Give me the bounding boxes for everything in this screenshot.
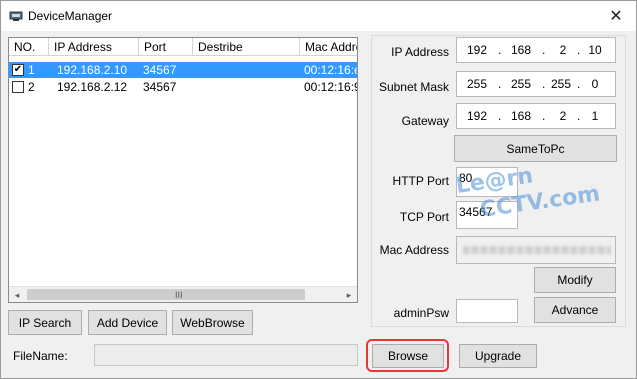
- row-mac: 00:12:16:e: [304, 63, 358, 77]
- upgrade-button[interactable]: Upgrade: [459, 344, 537, 368]
- column-header-port[interactable]: Port: [139, 38, 193, 56]
- row-port: 34567: [143, 80, 177, 94]
- column-header-mac-address[interactable]: Mac Addre: [300, 38, 357, 56]
- row-describe: [197, 62, 297, 78]
- same-to-pc-button[interactable]: SameToPc: [454, 135, 617, 162]
- mac-address-label: Mac Address: [379, 243, 449, 257]
- subnet-mask-input[interactable]: 255 . 255 . 255 . 0: [456, 71, 616, 97]
- gateway-label: Gateway: [401, 114, 449, 128]
- admin-password-input[interactable]: [456, 299, 518, 323]
- http-port-label: HTTP Port: [392, 174, 449, 188]
- mask-octet: 255: [466, 77, 488, 91]
- scroll-right-icon[interactable]: ▸: [341, 287, 357, 302]
- mask-octet: 255: [550, 77, 572, 91]
- subnet-mask-label: Subnet Mask: [378, 80, 449, 94]
- row-describe: [197, 79, 297, 95]
- mask-octet: 0: [591, 77, 599, 91]
- file-name-input[interactable]: [94, 344, 358, 366]
- tcp-port-label: TCP Port: [399, 210, 449, 224]
- scroll-grip-icon: III: [175, 290, 183, 300]
- close-icon: ✕: [609, 8, 623, 25]
- column-header-ip-address[interactable]: IP Address: [49, 38, 139, 56]
- ip-octet: 168: [510, 43, 532, 57]
- mac-address-field: [456, 236, 616, 264]
- row-checkbox[interactable]: ✔: [12, 64, 24, 76]
- app-icon: [9, 11, 23, 21]
- list-header: NO. IP Address Port Destribe Mac Addre: [9, 38, 357, 56]
- ip-dot: .: [542, 43, 546, 57]
- file-name-label: FileName:: [13, 349, 68, 363]
- close-button[interactable]: ✕: [602, 5, 630, 27]
- device-list[interactable]: NO. IP Address Port Destribe Mac Addre ✔…: [8, 37, 358, 303]
- gateway-input[interactable]: 192 . 168 . 2 . 1: [456, 103, 616, 129]
- mask-dot: .: [498, 77, 502, 91]
- row-ip: 192.168.2.12: [57, 80, 128, 94]
- device-row[interactable]: ✔ 1 192.168.2.10 34567 00:12:16:e: [9, 62, 357, 78]
- browse-highlight-annotation: [366, 339, 449, 372]
- row-checkbox[interactable]: [12, 81, 24, 93]
- mask-octet: 255: [510, 77, 532, 91]
- gateway-octet: 2: [559, 109, 567, 123]
- advance-button[interactable]: Advance: [534, 297, 616, 323]
- web-browse-button[interactable]: WebBrowse: [172, 310, 253, 335]
- row-mac: 00:12:16:9: [304, 80, 358, 94]
- window-title: DeviceManager: [28, 9, 113, 23]
- tcp-port-input[interactable]: 34567: [456, 201, 518, 229]
- device-manager-window: DeviceManager ✕ NO. IP Address Port Dest…: [0, 0, 637, 379]
- ip-search-button[interactable]: IP Search: [8, 310, 82, 335]
- ip-address-label: IP Address: [391, 45, 449, 59]
- checkmark-icon: ✔: [13, 64, 23, 75]
- ip-address-input[interactable]: 192 . 168 . 2 . 10: [456, 37, 616, 63]
- modify-button[interactable]: Modify: [534, 267, 616, 293]
- horizontal-scrollbar[interactable]: ◂ III ▸: [9, 286, 357, 302]
- column-header-describe[interactable]: Destribe: [193, 38, 300, 56]
- gateway-dot: .: [498, 109, 502, 123]
- http-port-input[interactable]: 80: [456, 167, 518, 197]
- gateway-octet: 192: [466, 109, 488, 123]
- gateway-octet: 168: [510, 109, 532, 123]
- row-port: 34567: [143, 63, 177, 77]
- title-bar[interactable]: DeviceManager ✕: [1, 1, 636, 31]
- row-no: 1: [28, 63, 35, 77]
- scroll-left-icon[interactable]: ◂: [9, 287, 25, 302]
- admin-password-label: adminPsw: [393, 306, 449, 320]
- ip-octet: 10: [588, 43, 602, 57]
- column-header-no[interactable]: NO.: [9, 38, 49, 56]
- row-ip: 192.168.2.10: [57, 63, 128, 77]
- add-device-button[interactable]: Add Device: [88, 310, 167, 335]
- gateway-dot: .: [542, 109, 546, 123]
- mac-address-redacted: [463, 246, 611, 254]
- ip-dot: .: [498, 43, 502, 57]
- ip-octet: 2: [559, 43, 567, 57]
- gateway-octet: 1: [591, 109, 599, 123]
- device-row[interactable]: 2 192.168.2.12 34567 00:12:16:9: [9, 79, 357, 95]
- scroll-thumb[interactable]: III: [27, 289, 305, 300]
- ip-octet: 192: [466, 43, 488, 57]
- row-no: 2: [28, 80, 35, 94]
